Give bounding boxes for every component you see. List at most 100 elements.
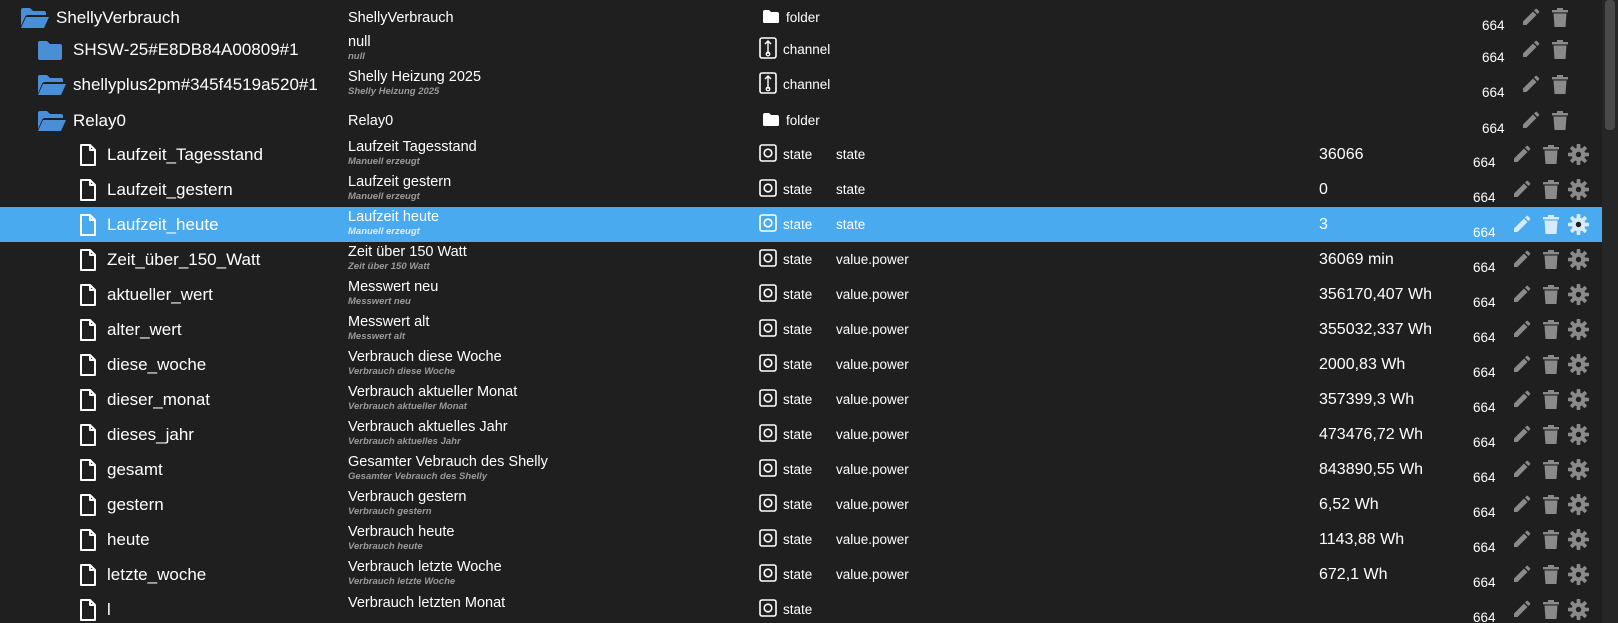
object-name[interactable]: null null [348, 34, 371, 62]
folder-open-icon[interactable] [37, 103, 67, 138]
edit-icon[interactable] [1520, 32, 1540, 67]
object-id[interactable]: alter_wert [107, 312, 182, 347]
tree-row[interactable]: heute Verbrauch heute Verbrauch heute state… [0, 522, 1602, 557]
delete-icon[interactable] [1542, 347, 1560, 382]
object-name[interactable]: Messwert neu Messwert neu [348, 279, 438, 307]
object-value[interactable]: 356170,407 Wh [1319, 277, 1432, 312]
edit-icon[interactable] [1511, 172, 1531, 207]
settings-icon[interactable] [1568, 172, 1589, 207]
object-id[interactable]: Laufzeit_gestern [107, 172, 233, 207]
object-id[interactable]: Relay0 [73, 103, 126, 138]
object-acl[interactable]: 664 [1473, 592, 1496, 623]
settings-icon[interactable] [1568, 557, 1589, 592]
folder-open-icon[interactable] [37, 67, 67, 102]
object-name[interactable]: Messwert alt Messwert alt [348, 314, 429, 342]
edit-icon[interactable] [1511, 312, 1531, 347]
delete-icon[interactable] [1551, 103, 1569, 138]
settings-icon[interactable] [1568, 137, 1589, 172]
object-value[interactable]: 36066 [1319, 137, 1364, 172]
tree-row[interactable]: gesamt Gesamter Vebrauch des Shelly Gesamt… [0, 452, 1602, 487]
object-value[interactable]: 357399,3 Wh [1319, 382, 1414, 417]
tree-row[interactable]: SHSW-25#E8DB84A00809#1 null null channel 664 [0, 32, 1602, 67]
tree-row[interactable]: Laufzeit_gestern Laufzeit gestern Manuell … [0, 172, 1602, 207]
edit-icon[interactable] [1511, 557, 1531, 592]
edit-icon[interactable] [1511, 277, 1531, 312]
object-value[interactable]: 2000,83 Wh [1319, 347, 1405, 382]
settings-icon[interactable] [1568, 522, 1589, 557]
delete-icon[interactable] [1542, 172, 1560, 207]
delete-icon[interactable] [1542, 207, 1560, 242]
delete-icon[interactable] [1542, 312, 1560, 347]
tree-row[interactable]: diese_woche Verbrauch diese Woche Verbrauc… [0, 347, 1602, 382]
object-id[interactable]: Zeit_über_150_Watt [107, 242, 260, 277]
delete-icon[interactable] [1542, 592, 1560, 623]
settings-icon[interactable] [1568, 417, 1589, 452]
scrollbar-thumb[interactable] [1605, 0, 1615, 130]
object-value[interactable]: 1143,88 Wh [1319, 522, 1404, 557]
object-id[interactable]: heute [107, 522, 150, 557]
object-id[interactable]: dieser_monat [107, 382, 210, 417]
tree-row[interactable]: l Verbrauch letzten Monat state 664 [0, 592, 1602, 623]
object-id[interactable]: aktueller_wert [107, 277, 213, 312]
folder-open-icon[interactable] [20, 0, 50, 35]
edit-icon[interactable] [1520, 103, 1540, 138]
object-id[interactable]: l [107, 592, 111, 623]
edit-icon[interactable] [1511, 242, 1531, 277]
edit-icon[interactable] [1511, 592, 1531, 623]
object-name[interactable]: Gesamter Vebrauch des Shelly Gesamter Veb… [348, 454, 548, 482]
settings-icon[interactable] [1568, 347, 1589, 382]
object-name[interactable]: ShellyVerbrauch [348, 0, 454, 35]
edit-icon[interactable] [1511, 347, 1531, 382]
settings-icon[interactable] [1568, 207, 1589, 242]
object-name[interactable]: Laufzeit gestern Manuell erzeugt [348, 174, 451, 202]
delete-icon[interactable] [1542, 242, 1560, 277]
delete-icon[interactable] [1551, 32, 1569, 67]
object-name[interactable]: Verbrauch gestern Verbrauch gestern [348, 489, 467, 517]
object-id[interactable]: gestern [107, 487, 164, 522]
folder-closed-icon[interactable] [37, 32, 63, 67]
object-name[interactable]: Verbrauch heute Verbrauch heute [348, 524, 454, 552]
object-id[interactable]: Laufzeit_Tagesstand [107, 137, 263, 172]
object-id[interactable]: gesamt [107, 452, 163, 487]
delete-icon[interactable] [1542, 452, 1560, 487]
tree-row[interactable]: Zeit_über_150_Watt Zeit über 150 Watt Zeit… [0, 242, 1602, 277]
tree-row[interactable]: ShellyVerbrauch ShellyVerbrauch folder 664 [0, 0, 1602, 35]
object-id[interactable]: ShellyVerbrauch [56, 0, 180, 35]
edit-icon[interactable] [1511, 207, 1531, 242]
edit-icon[interactable] [1511, 522, 1531, 557]
edit-icon[interactable] [1511, 417, 1531, 452]
object-id[interactable]: diese_woche [107, 347, 206, 382]
delete-icon[interactable] [1551, 0, 1569, 35]
tree-row[interactable]: Laufzeit_heute Laufzeit heute Manuell erze… [0, 207, 1602, 242]
tree-row[interactable]: Laufzeit_Tagesstand Laufzeit Tagesstand Ma… [0, 137, 1602, 172]
tree-row[interactable]: gestern Verbrauch gestern Verbrauch gester… [0, 487, 1602, 522]
object-name[interactable]: Verbrauch letzte Woche Verbrauch letzte W… [348, 559, 502, 587]
tree-row[interactable]: shellyplus2pm#345f4519a520#1 Shelly Heizu… [0, 67, 1602, 102]
object-value[interactable]: 3 [1319, 207, 1328, 242]
tree-row[interactable]: dieses_jahr Verbrauch aktuelles Jahr Verbr… [0, 417, 1602, 452]
object-name[interactable]: Verbrauch aktuelles Jahr Verbrauch aktuel… [348, 419, 508, 447]
object-name[interactable]: Laufzeit Tagesstand Manuell erzeugt [348, 139, 477, 167]
settings-icon[interactable] [1568, 277, 1589, 312]
object-value[interactable]: 473476,72 Wh [1319, 417, 1423, 452]
settings-icon[interactable] [1568, 312, 1589, 347]
edit-icon[interactable] [1511, 487, 1531, 522]
delete-icon[interactable] [1542, 522, 1560, 557]
settings-icon[interactable] [1568, 242, 1589, 277]
vertical-scrollbar[interactable] [1602, 0, 1618, 623]
object-id[interactable]: letzte_woche [107, 557, 206, 592]
edit-icon[interactable] [1520, 67, 1540, 102]
tree-row[interactable]: Relay0 Relay0 folder 664 [0, 103, 1602, 138]
object-value[interactable]: 0 [1319, 172, 1328, 207]
delete-icon[interactable] [1542, 417, 1560, 452]
object-name[interactable]: Verbrauch letzten Monat [348, 592, 505, 623]
delete-icon[interactable] [1542, 487, 1560, 522]
object-value[interactable]: 672,1 Wh [1319, 557, 1387, 592]
object-id[interactable]: Laufzeit_heute [107, 207, 219, 242]
tree-row[interactable]: letzte_woche Verbrauch letzte Woche Verbra… [0, 557, 1602, 592]
object-name[interactable]: Relay0 [348, 103, 393, 138]
edit-icon[interactable] [1511, 452, 1531, 487]
delete-icon[interactable] [1551, 67, 1569, 102]
settings-icon[interactable] [1568, 592, 1589, 623]
object-name[interactable]: Zeit über 150 Watt Zeit über 150 Watt [348, 244, 467, 272]
